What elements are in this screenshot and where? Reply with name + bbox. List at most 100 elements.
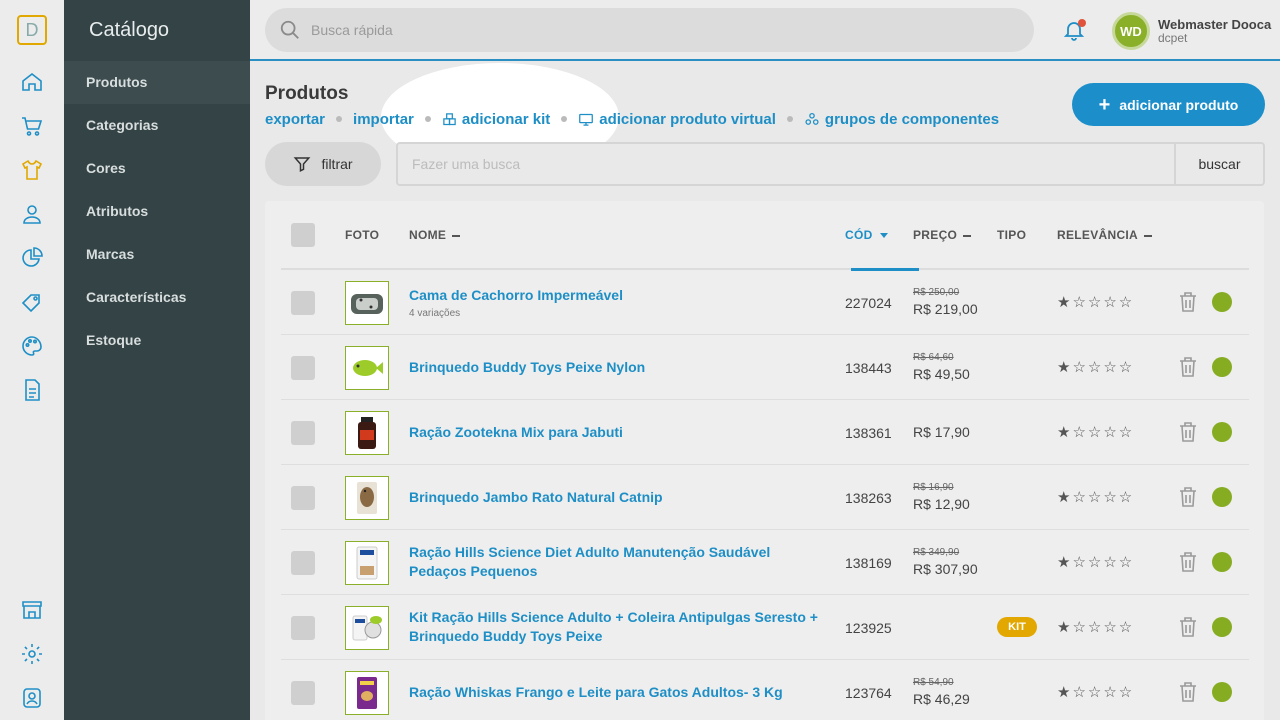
- filter-button[interactable]: filtrar: [265, 142, 381, 186]
- sidebar-item-categorias[interactable]: Categorias: [64, 104, 250, 147]
- product-thumbnail[interactable]: [345, 476, 389, 520]
- relevance-stars[interactable]: ★☆☆☆☆: [1057, 488, 1134, 506]
- row-checkbox[interactable]: [291, 616, 315, 640]
- status-toggle[interactable]: [1212, 422, 1232, 442]
- notifications-bell[interactable]: [1062, 18, 1086, 42]
- relevance-stars[interactable]: ★☆☆☆☆: [1057, 683, 1134, 701]
- row-checkbox[interactable]: [291, 681, 315, 705]
- select-all-checkbox[interactable]: [291, 223, 315, 247]
- trash-icon[interactable]: [1178, 356, 1198, 378]
- status-toggle[interactable]: [1212, 292, 1232, 312]
- trash-icon[interactable]: [1178, 616, 1198, 638]
- quick-search-input[interactable]: [311, 8, 1011, 52]
- report-chart-icon[interactable]: [20, 246, 44, 270]
- table-row: Ração Zootekna Mix para Jabuti 138361 R$…: [281, 400, 1249, 465]
- customer-icon[interactable]: [20, 202, 44, 226]
- product-name-link[interactable]: Cama de Cachorro Impermeável: [409, 286, 819, 305]
- sidebar-item-cores[interactable]: Cores: [64, 147, 250, 190]
- table-row: Ração Hills Science Diet Adulto Manutenç…: [281, 530, 1249, 595]
- product-name-link[interactable]: Ração Zootekna Mix para Jabuti: [409, 423, 819, 442]
- kit-badge: KIT: [997, 617, 1037, 637]
- trash-icon[interactable]: [1178, 291, 1198, 313]
- row-checkbox[interactable]: [291, 421, 315, 445]
- product-name-link[interactable]: Kit Ração Hills Science Adulto + Coleira…: [409, 608, 819, 646]
- current-price: R$ 219,00: [913, 301, 978, 317]
- product-thumbnail[interactable]: [345, 606, 389, 650]
- product-name-link[interactable]: Brinquedo Jambo Rato Natural Catnip: [409, 488, 819, 507]
- sidebar-item-atributos[interactable]: Atributos: [64, 190, 250, 233]
- sort-desc-icon: [879, 233, 888, 239]
- header-relevance[interactable]: RELEVÂNCIA: [1057, 228, 1153, 242]
- status-toggle[interactable]: [1212, 487, 1232, 507]
- component-groups-label: grupos de componentes: [824, 110, 1000, 128]
- add-product-button[interactable]: + adicionar produto: [1072, 83, 1265, 126]
- relevance-stars[interactable]: ★☆☆☆☆: [1057, 423, 1134, 441]
- product-name-link[interactable]: Ração Whiskas Frango e Leite para Gatos …: [409, 683, 819, 702]
- header-price[interactable]: PREÇO: [913, 228, 972, 242]
- product-thumbnail[interactable]: [345, 411, 389, 455]
- components-icon: [805, 112, 819, 125]
- product-thumbnail[interactable]: [345, 346, 389, 390]
- row-checkbox[interactable]: [291, 291, 315, 315]
- user-name[interactable]: Webmaster Dooca: [1158, 17, 1271, 32]
- store-icon[interactable]: [20, 598, 44, 622]
- tag-icon[interactable]: [20, 290, 44, 314]
- trash-icon[interactable]: [1178, 681, 1198, 703]
- sidebar-item-produtos[interactable]: Produtos: [64, 61, 250, 104]
- top-bar: WD Webmaster Dooca dcpet: [250, 0, 1280, 61]
- product-code: 123925: [845, 620, 892, 636]
- relevance-stars[interactable]: ★☆☆☆☆: [1057, 553, 1134, 571]
- separator-dot: [786, 116, 793, 122]
- row-checkbox[interactable]: [291, 356, 315, 380]
- row-checkbox[interactable]: [291, 551, 315, 575]
- relevance-stars[interactable]: ★☆☆☆☆: [1057, 293, 1134, 311]
- trash-icon[interactable]: [1178, 486, 1198, 508]
- sidebar-item-caracteristicas[interactable]: Características: [64, 276, 250, 319]
- product-name-link[interactable]: Ração Hills Science Diet Adulto Manutenç…: [409, 543, 819, 581]
- current-price: R$ 307,90: [913, 561, 978, 577]
- cart-icon[interactable]: [20, 114, 44, 138]
- document-icon[interactable]: [20, 378, 44, 402]
- trash-icon[interactable]: [1178, 551, 1198, 573]
- search-button[interactable]: buscar: [1174, 144, 1263, 184]
- relevance-stars[interactable]: ★☆☆☆☆: [1057, 618, 1134, 636]
- sidebar-item-estoque[interactable]: Estoque: [64, 319, 250, 362]
- product-thumbnail[interactable]: [345, 541, 389, 585]
- product-search-input[interactable]: [412, 144, 1172, 184]
- dooca-logo[interactable]: D: [17, 15, 47, 45]
- component-groups-link[interactable]: grupos de componentes: [804, 111, 999, 128]
- icon-rail: D: [0, 0, 64, 720]
- user-store: dcpet: [1158, 31, 1188, 45]
- user-avatar[interactable]: WD: [1112, 12, 1150, 50]
- add-kit-label: adicionar kit: [461, 110, 551, 128]
- trash-icon[interactable]: [1178, 421, 1198, 443]
- products-table: FOTO NOME CÓD PREÇO TIPO RELEVÂNCIA Cama…: [265, 201, 1264, 720]
- home-icon[interactable]: [20, 70, 44, 94]
- status-toggle[interactable]: [1212, 357, 1232, 377]
- header-code-label: CÓD: [845, 228, 873, 242]
- product-name-link[interactable]: Brinquedo Buddy Toys Peixe Nylon: [409, 358, 819, 377]
- product-thumbnail[interactable]: [345, 671, 389, 715]
- product-thumbnail[interactable]: [345, 281, 389, 325]
- status-toggle[interactable]: [1212, 617, 1232, 637]
- add-kit-link[interactable]: adicionar kit: [442, 111, 550, 128]
- palette-icon[interactable]: [20, 334, 44, 358]
- header-code[interactable]: CÓD: [845, 228, 888, 242]
- settings-gear-icon[interactable]: [20, 642, 44, 666]
- header-photo: FOTO: [345, 228, 379, 242]
- status-toggle[interactable]: [1212, 682, 1232, 702]
- old-price: R$ 16,90: [913, 482, 954, 493]
- product-code: 227024: [845, 295, 892, 311]
- food-jar-image: [358, 417, 376, 449]
- user-lock-icon[interactable]: [20, 686, 44, 710]
- header-name[interactable]: NOME: [409, 228, 461, 242]
- import-link[interactable]: importar: [353, 111, 414, 128]
- export-link[interactable]: exportar: [265, 111, 325, 128]
- add-virtual-product-link[interactable]: adicionar produto virtual: [578, 111, 776, 128]
- sidebar-item-marcas[interactable]: Marcas: [64, 233, 250, 276]
- separator-dot: [424, 116, 431, 122]
- relevance-stars[interactable]: ★☆☆☆☆: [1057, 358, 1134, 376]
- row-checkbox[interactable]: [291, 486, 315, 510]
- shirt-icon[interactable]: [20, 158, 44, 182]
- status-toggle[interactable]: [1212, 552, 1232, 572]
